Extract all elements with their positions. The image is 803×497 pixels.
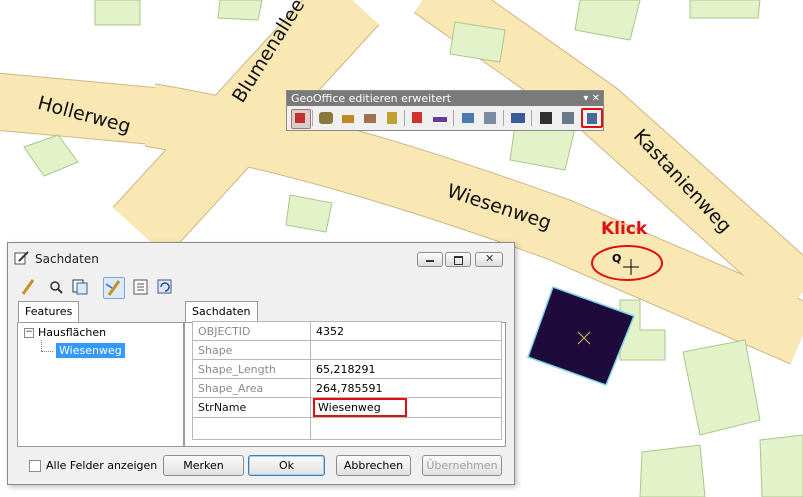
tree-collapse-icon[interactable]: − xyxy=(24,328,34,338)
close-icon: ✕ xyxy=(485,252,495,265)
field-name: Shape xyxy=(192,340,311,360)
move-tool-icon[interactable] xyxy=(361,109,379,127)
table-row: Shape_Length 65,218291 xyxy=(192,359,502,379)
field-name: Shape_Area xyxy=(192,378,311,398)
dialog-title: Sachdaten xyxy=(35,252,99,266)
table-row: OBJECTID 4352 xyxy=(192,321,502,341)
delete-feature-icon[interactable] xyxy=(409,109,427,127)
toolbar-separator xyxy=(453,110,454,126)
toolbar-titlebar[interactable]: GeoOffice editieren erweitert ▾ ✕ xyxy=(287,91,603,106)
maximize-button[interactable] xyxy=(445,252,471,267)
vertex-edit-icon[interactable] xyxy=(317,109,335,127)
digitize-tool-icon[interactable] xyxy=(537,109,555,127)
tree-root-hausflaechen[interactable]: Hausflächen xyxy=(38,326,106,339)
toolbar-title: GeoOffice editieren erweitert xyxy=(291,92,452,105)
geooffice-toolbar: GeoOffice editieren erweitert ▾ ✕ xyxy=(286,90,604,131)
minimize-button[interactable] xyxy=(417,252,443,267)
table-row-empty xyxy=(192,417,502,440)
select-table-icon[interactable] xyxy=(559,109,577,127)
sachdaten-tool-icon[interactable] xyxy=(581,108,603,128)
copy-button[interactable] xyxy=(70,277,92,299)
query-cursor-icon: Q xyxy=(612,252,621,265)
table-row: Shape xyxy=(192,340,502,360)
close-button[interactable]: ✕ xyxy=(475,252,503,267)
copy-icon xyxy=(72,279,88,295)
attribute-table: OBJECTID 4352 Shape Shape_Length 65,218291… xyxy=(192,321,502,440)
copy-feature-icon[interactable] xyxy=(459,109,477,127)
toolbar-window-controls[interactable]: ▾ ✕ xyxy=(583,91,600,106)
field-name: StrName xyxy=(192,397,311,418)
field-value[interactable] xyxy=(310,340,502,360)
flash-pencil-icon xyxy=(105,280,121,296)
field-value[interactable]: 4352 xyxy=(310,321,502,341)
uebernehmen-button[interactable]: Übernehmen xyxy=(422,455,502,476)
features-tree-panel: − Hausflächen Wiesenweg xyxy=(17,322,184,447)
toolbar-separator xyxy=(531,110,532,126)
table-row: StrName Wiesenweg xyxy=(192,397,502,418)
toolbar-separator xyxy=(312,110,313,126)
edit-start-icon[interactable] xyxy=(291,109,311,129)
dialog-titlebar[interactable]: Sachdaten ✕ xyxy=(8,243,514,273)
reshape-tool-icon[interactable] xyxy=(383,109,401,127)
toolbar-separator xyxy=(503,110,504,126)
tree-item-wiesenweg[interactable]: Wiesenweg xyxy=(56,343,125,358)
identify-tool-button[interactable] xyxy=(103,277,125,299)
field-value[interactable]: 65,218291 xyxy=(310,359,502,379)
show-all-fields-label: Alle Felder anzeigen xyxy=(46,459,158,472)
table-row: Shape_Area 264,785591 xyxy=(192,378,502,398)
list-view-button[interactable] xyxy=(131,277,153,299)
edit-tool-button[interactable] xyxy=(18,277,40,299)
ok-button[interactable]: Ok xyxy=(248,455,325,476)
click-annotation: Klick xyxy=(601,219,648,239)
layers-icon[interactable] xyxy=(509,109,527,127)
edit-pencil-icon xyxy=(14,251,29,265)
show-all-fields-checkbox[interactable] xyxy=(29,460,41,472)
pencil-icon xyxy=(21,279,35,295)
snap-tool-icon[interactable] xyxy=(339,109,357,127)
merge-tool-icon[interactable] xyxy=(481,109,499,127)
abbrechen-button[interactable]: Abbrechen xyxy=(336,455,411,476)
merken-button[interactable]: Merken xyxy=(163,455,244,476)
attribute-transfer-icon[interactable] xyxy=(431,109,449,127)
refresh-button[interactable] xyxy=(155,277,177,299)
list-icon xyxy=(133,279,148,295)
zoom-icon xyxy=(50,281,63,294)
strname-value-highlighted[interactable]: Wiesenweg xyxy=(313,398,407,417)
maximize-icon xyxy=(454,256,463,265)
minimize-icon xyxy=(426,260,434,262)
tab-features[interactable]: Features xyxy=(18,301,80,323)
tab-sachdaten[interactable]: Sachdaten xyxy=(185,301,258,323)
refresh-icon xyxy=(157,279,172,294)
field-name: OBJECTID xyxy=(192,321,311,341)
sachdaten-dialog: Sachdaten ✕ Features − Hausflächen Wiese… xyxy=(7,242,515,485)
field-value[interactable]: 264,785591 xyxy=(310,378,502,398)
zoom-to-button[interactable] xyxy=(46,277,68,299)
field-value[interactable]: Wiesenweg xyxy=(310,397,502,418)
toolbar-separator xyxy=(404,110,405,126)
field-name: Shape_Length xyxy=(192,359,311,379)
